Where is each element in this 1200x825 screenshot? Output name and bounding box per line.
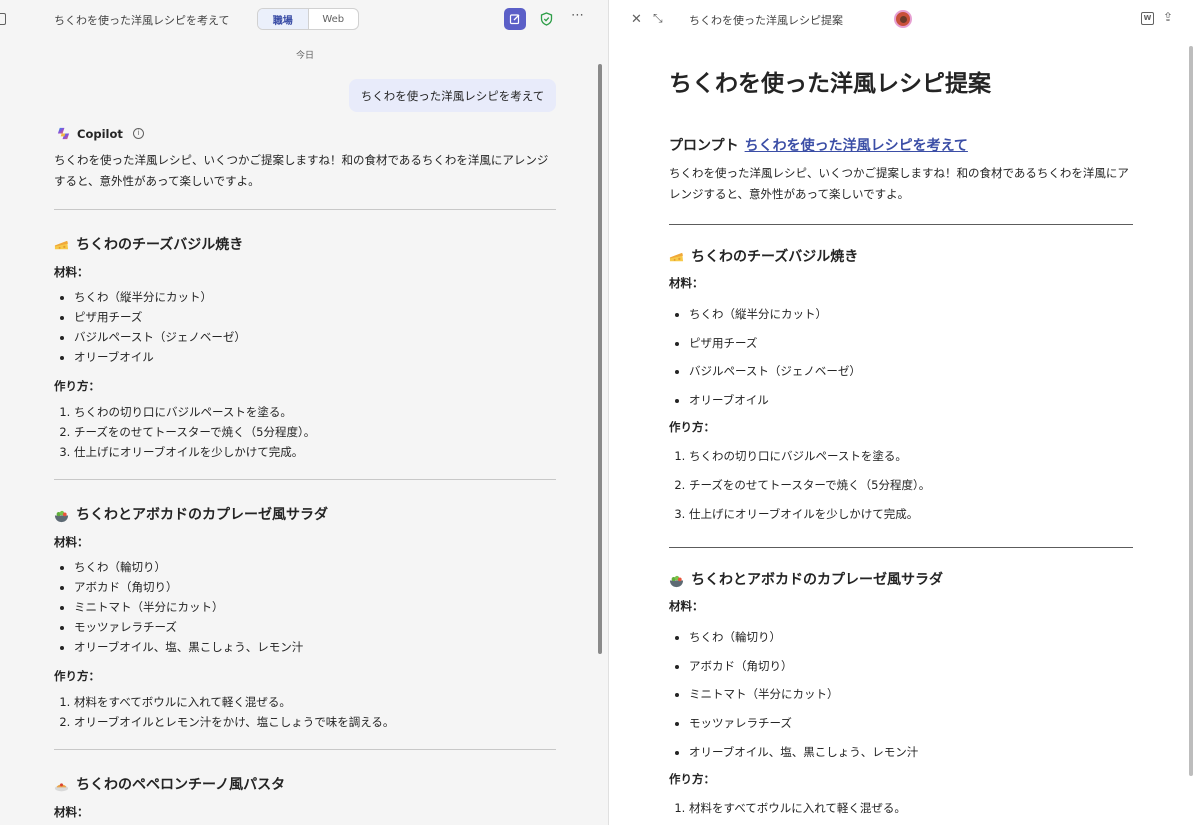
user-message: ちくわを使った洋風レシピを考えて <box>349 79 556 112</box>
list-item: ピザ用チーズ <box>689 329 1133 358</box>
more-options-icon[interactable]: ⋯ <box>571 8 585 23</box>
list-item: アボカド（角切り） <box>74 577 556 597</box>
recipe-heading: ちくわのチーズバジル焼き <box>54 235 556 255</box>
list-item: アボカド（角切り） <box>689 652 1133 681</box>
assistant-intro: ちくわを使った洋風レシピ、いくつかご提案しますね！和の食材であるちくわを洋風にア… <box>54 153 549 188</box>
recipe-heading: ちくわとアボカドのカプレーゼ風サラダ <box>669 570 1133 590</box>
toggle-web[interactable]: Web <box>309 9 359 29</box>
recipe-title: ちくわのペペロンチーノ風パスタ <box>76 777 286 793</box>
steps-label: 作り方： <box>669 772 715 787</box>
document-intro: ちくわを使った洋風レシピ、いくつかご提案しますね！和の食材であるちくわを洋風にア… <box>669 166 1129 201</box>
document-header-title: ちくわを使った洋風レシピ提案 <box>689 14 843 27</box>
divider <box>54 479 556 480</box>
cheese-icon <box>54 240 69 249</box>
prompt-label: プロンプト <box>669 138 739 154</box>
copilot-logo-icon <box>57 127 70 140</box>
list-item: ちくわ（縦半分にカット） <box>689 300 1133 329</box>
recipe-heading: ちくわのペペロンチーノ風パスタ <box>54 775 556 795</box>
list-item: オリーブオイルとレモン汁をかけ、塩こしょうで味を調える。 <box>74 712 556 732</box>
avatar[interactable] <box>894 10 912 28</box>
divider <box>669 547 1133 549</box>
ingredients-list: ちくわ（縦半分にカット） ピザ用チーズ バジルペースト（ジェノベーゼ） オリーブ… <box>54 287 556 367</box>
steps-label: 作り方： <box>54 669 100 683</box>
list-item: ミニトマト（半分にカット） <box>689 680 1133 709</box>
list-item: モッツァレラチーズ <box>74 617 556 637</box>
steps-list: 材料をすべてボウルに入れて軽く混ぜる。 <box>669 794 1133 823</box>
chat-pane: ちくわを使った洋風レシピを考えて 職場 Web ⋯ 今日 ちくわを使った洋風レシ… <box>0 0 608 825</box>
steps-label: 作り方： <box>54 379 100 393</box>
list-item: バジルペースト（ジェノベーゼ） <box>689 357 1133 386</box>
document-body: ちくわを使った洋風レシピ提案 プロンプト ちくわを使った洋風レシピを考えて ちくわ… <box>669 68 1133 823</box>
salad-icon <box>54 510 69 522</box>
list-item: 仕上げにオリーブオイルを少しかけて完成。 <box>74 442 556 462</box>
list-item: 材料をすべてボウルに入れて軽く混ぜる。 <box>689 794 1133 823</box>
list-item: ちくわ（縦半分にカット） <box>74 287 556 307</box>
ingredients-list: ちくわ（輪切り） アボカド（角切り） ミニトマト（半分にカット） モッツァレラチ… <box>54 557 556 657</box>
divider <box>54 749 556 750</box>
share-icon[interactable]: ⇪ <box>1163 10 1173 24</box>
assistant-header: Copilot i <box>56 126 144 141</box>
document-title: ちくわを使った洋風レシピ提案 <box>669 71 991 97</box>
chat-title: ちくわを使った洋風レシピを考えて <box>54 14 230 27</box>
recipe-title: ちくわとアボカドのカプレーゼ風サラダ <box>691 572 943 589</box>
new-chat-button[interactable] <box>504 8 526 30</box>
divider <box>54 209 556 210</box>
ingredients-label: 材料： <box>54 805 89 819</box>
list-item: 材料をすべてボウルに入れて軽く混ぜる。 <box>74 692 556 712</box>
assistant-message: ちくわを使った洋風レシピ、いくつかご提案しますね！和の食材であるちくわを洋風にア… <box>54 150 556 821</box>
list-item: ちくわ（輪切り） <box>74 557 556 577</box>
word-icon[interactable]: W <box>1141 12 1154 25</box>
list-item: ミニトマト（半分にカット） <box>74 597 556 617</box>
list-item: モッツァレラチーズ <box>689 709 1133 738</box>
list-item: ちくわ（輪切り） <box>689 623 1133 652</box>
steps-label: 作り方： <box>669 420 715 435</box>
ingredients-list: ちくわ（縦半分にカット） ピザ用チーズ バジルペースト（ジェノベーゼ） オリーブ… <box>669 300 1133 414</box>
recipe-heading: ちくわとアボカドのカプレーゼ風サラダ <box>54 505 556 525</box>
steps-list: ちくわの切り口にバジルペーストを塗る。 チーズをのせてトースターで焼く（5分程度… <box>54 402 556 462</box>
list-item: チーズをのせてトースターで焼く（5分程度）。 <box>689 471 1133 500</box>
list-item: オリーブオイル、塩、黒こしょう、レモン汁 <box>689 738 1133 767</box>
info-icon[interactable]: i <box>132 128 144 139</box>
compose-icon <box>509 14 520 25</box>
document-scrollbar[interactable] <box>1189 46 1193 776</box>
ingredients-label: 材料： <box>54 535 89 549</box>
recipe-heading: ちくわのチーズバジル焼き <box>669 247 1133 267</box>
assistant-name: Copilot <box>77 126 123 141</box>
list-item: ピザ用チーズ <box>74 307 556 327</box>
ingredients-list: ちくわ（輪切り） アボカド（角切り） ミニトマト（半分にカット） モッツァレラチ… <box>669 623 1133 766</box>
expand-icon[interactable]: ⤡ <box>653 11 663 26</box>
list-item: バジルペースト（ジェノベーゼ） <box>74 327 556 347</box>
document-pane: ✕ ⤡ ちくわを使った洋風レシピ提案 W ⇪ ちくわを使った洋風レシピ提案 プロ… <box>608 0 1200 825</box>
close-icon[interactable]: ✕ <box>631 12 642 27</box>
recipe-title: ちくわのチーズバジル焼き <box>76 237 244 253</box>
recipe-title: ちくわとアボカドのカプレーゼ風サラダ <box>76 507 328 523</box>
shield-check-icon[interactable] <box>540 11 553 30</box>
sidebar-toggle-icon[interactable] <box>0 13 6 25</box>
list-item: オリーブオイル <box>689 386 1133 415</box>
cheese-icon <box>669 252 684 261</box>
date-separator: 今日 <box>296 51 315 61</box>
steps-list: 材料をすべてボウルに入れて軽く混ぜる。 オリーブオイルとレモン汁をかけ、塩こしょ… <box>54 692 556 732</box>
prompt-line: プロンプト ちくわを使った洋風レシピを考えて <box>669 136 1133 156</box>
divider <box>669 224 1133 225</box>
salad-icon <box>669 575 684 587</box>
list-item: ちくわの切り口にバジルペーストを塗る。 <box>74 402 556 422</box>
list-item: オリーブオイル、塩、黒こしょう、レモン汁 <box>74 637 556 657</box>
pasta-icon <box>54 782 69 791</box>
scope-toggle[interactable]: 職場 Web <box>257 8 359 30</box>
toggle-work[interactable]: 職場 <box>258 9 309 29</box>
ingredients-label: 材料： <box>669 599 704 614</box>
list-item: ちくわの切り口にバジルペーストを塗る。 <box>689 442 1133 471</box>
chat-scrollbar[interactable] <box>598 64 602 654</box>
prompt-link[interactable]: ちくわを使った洋風レシピを考えて <box>745 138 968 154</box>
ingredients-label: 材料： <box>54 265 89 279</box>
recipe-title: ちくわのチーズバジル焼き <box>691 249 859 265</box>
ingredients-label: 材料： <box>669 276 704 290</box>
list-item: 仕上げにオリーブオイルを少しかけて完成。 <box>689 500 1133 529</box>
steps-list: ちくわの切り口にバジルペーストを塗る。 チーズをのせてトースターで焼く（5分程度… <box>669 442 1133 528</box>
list-item: オリーブオイル <box>74 347 556 367</box>
list-item: チーズをのせてトースターで焼く（5分程度）。 <box>74 422 556 442</box>
